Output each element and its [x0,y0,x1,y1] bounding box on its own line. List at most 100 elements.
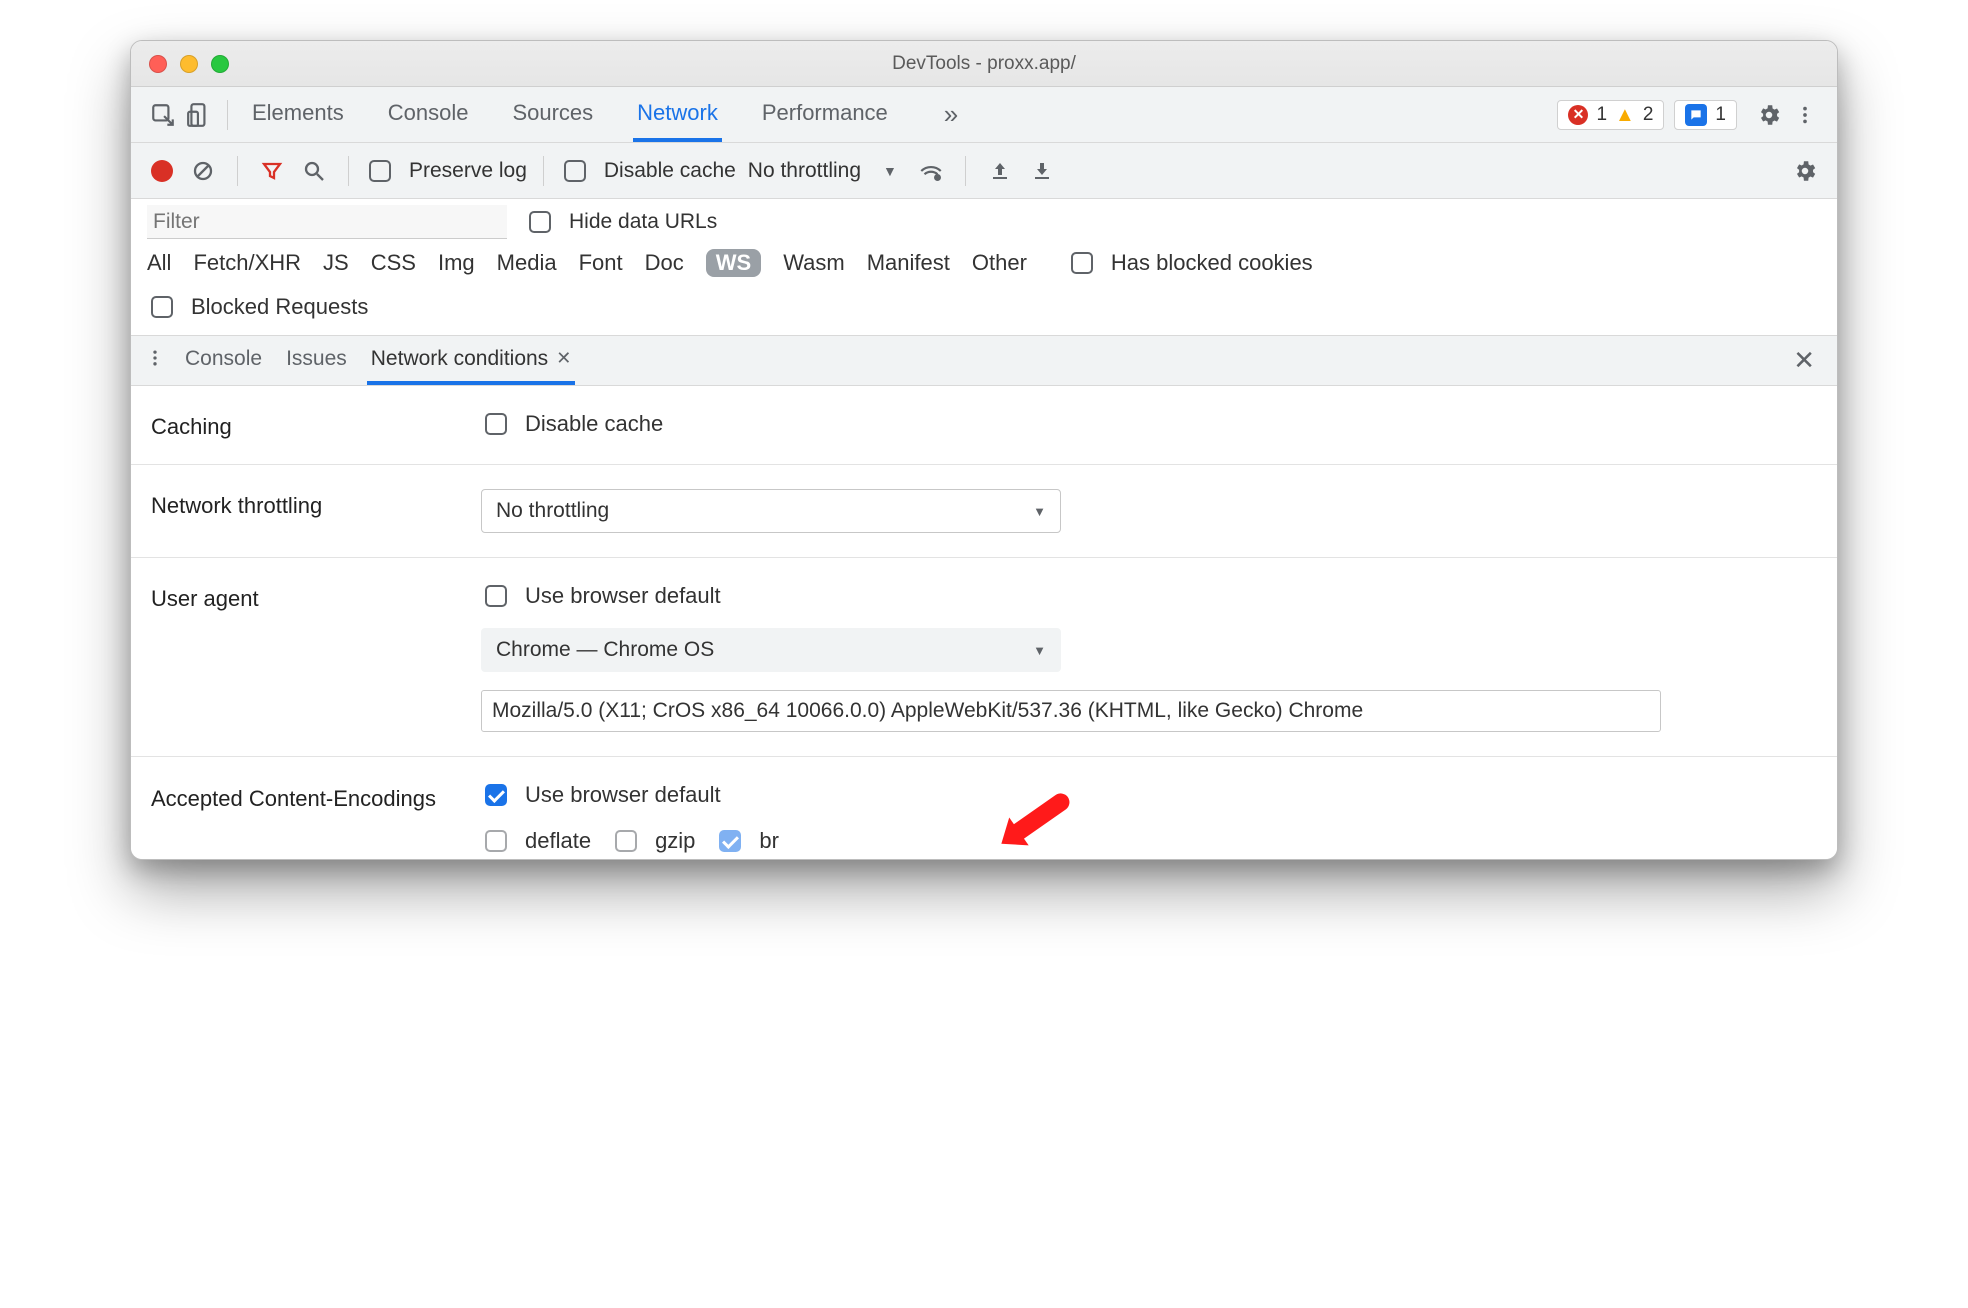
ua-preset-dropdown[interactable]: Chrome — Chrome OS ▼ [481,628,1061,672]
separator [227,100,228,130]
chip-css[interactable]: CSS [371,250,416,276]
preserve-log-label: Preserve log [409,159,527,183]
preserve-log-checkbox[interactable] [369,160,391,182]
warning-count: 2 [1643,104,1654,126]
throttling-dropdown-value: No throttling [496,499,609,523]
chip-doc[interactable]: Doc [645,250,684,276]
hide-data-urls-checkbox[interactable] [529,211,551,233]
minimize-window-icon[interactable] [180,55,198,73]
encodings-items: deflate gzip br [481,827,1817,855]
download-har-icon[interactable] [1024,153,1060,189]
blocked-requests-checkbox[interactable] [151,296,173,318]
chevron-down-icon: ▼ [1033,504,1046,519]
chevron-down-icon: ▼ [883,163,897,179]
disable-cache-label: Disable cache [604,159,736,183]
chip-fetch-xhr[interactable]: Fetch/XHR [193,250,301,276]
drawer-tabs: Console Issues Network conditions ✕ ✕ [131,336,1837,386]
chip-font[interactable]: Font [579,250,623,276]
close-drawer-icon[interactable]: ✕ [1785,345,1823,376]
close-window-icon[interactable] [149,55,167,73]
drawer-more-icon[interactable] [145,347,165,375]
issues-count: 1 [1715,104,1726,126]
encodings-label: Accepted Content-Encodings [151,781,481,814]
network-gear-icon[interactable] [1787,153,1823,189]
chip-media[interactable]: Media [497,250,557,276]
encoding-br-label: br [759,828,779,854]
separator [237,156,238,186]
encoding-deflate-checkbox[interactable] [485,830,507,852]
error-icon: ✕ [1568,105,1588,125]
encodings-use-default-checkbox[interactable] [485,784,507,806]
errors-badge[interactable]: ✕ 1 ▲ 2 [1557,100,1664,130]
zoom-window-icon[interactable] [211,55,229,73]
issues-badge[interactable]: 1 [1674,100,1737,130]
blocked-requests-row: Blocked Requests [131,287,1837,336]
tab-performance[interactable]: Performance [758,87,892,142]
disable-cache-toggle[interactable]: Disable cache [560,157,736,185]
hide-data-urls-toggle[interactable]: Hide data URLs [525,208,717,236]
filter-toggle-icon[interactable] [254,153,290,189]
disable-cache-checkbox[interactable] [564,160,586,182]
record-icon[interactable] [151,160,173,182]
inspect-icon[interactable] [145,97,181,133]
drawer-tab-issues[interactable]: Issues [282,336,351,385]
caching-disable-cache-toggle[interactable]: Disable cache [481,410,1817,438]
caching-disable-cache-checkbox[interactable] [485,413,507,435]
chip-img[interactable]: Img [438,250,475,276]
encoding-gzip-toggle[interactable]: gzip [611,827,695,855]
chip-js[interactable]: JS [323,250,349,276]
encoding-deflate-toggle[interactable]: deflate [481,827,591,855]
ua-use-default-toggle[interactable]: Use browser default [481,582,1817,610]
network-conditions-panel: Caching Disable cache Network throttling… [131,386,1837,859]
error-count: 1 [1596,104,1607,126]
chip-other[interactable]: Other [972,250,1027,276]
search-icon[interactable] [296,153,332,189]
encodings-use-default-label: Use browser default [525,782,721,808]
user-agent-row: User agent Use browser default Chrome — … [131,558,1837,757]
throttling-dropdown[interactable]: No throttling ▼ [481,489,1061,533]
caching-label: Caching [151,410,481,440]
hide-data-urls-label: Hide data URLs [569,210,717,234]
drawer-tab-network-conditions[interactable]: Network conditions ✕ [367,336,576,385]
tab-network[interactable]: Network [633,87,722,142]
chip-ws[interactable]: WS [706,249,761,277]
separator [543,156,544,186]
preserve-log-toggle[interactable]: Preserve log [365,157,527,185]
chip-wasm[interactable]: Wasm [783,250,845,276]
drawer-tab-console[interactable]: Console [181,336,266,385]
filter-input[interactable] [147,205,507,239]
more-tabs-icon[interactable]: » [944,99,958,130]
window-title: DevTools - proxx.app/ [892,53,1076,75]
main-tabs-row: Elements Console Sources Network Perform… [131,87,1837,143]
kebab-icon[interactable] [1787,97,1823,133]
window-controls [149,55,229,73]
upload-har-icon[interactable] [982,153,1018,189]
caching-disable-cache-label: Disable cache [525,411,663,437]
encodings-use-default-toggle[interactable]: Use browser default [481,781,1817,809]
chip-all[interactable]: All [147,250,171,276]
device-toggle-icon[interactable] [181,97,217,133]
separator [348,156,349,186]
encoding-br-toggle[interactable]: br [715,827,779,855]
encoding-gzip-checkbox[interactable] [615,830,637,852]
throttling-row: Network throttling No throttling ▼ [131,465,1837,558]
ua-preset-value: Chrome — Chrome OS [496,638,714,662]
clear-icon[interactable] [185,153,221,189]
has-blocked-cookies-toggle[interactable]: Has blocked cookies [1067,249,1313,277]
settings-icon[interactable] [1751,97,1787,133]
ua-use-default-label: Use browser default [525,583,721,609]
drawer-tab-label: Network conditions [371,347,548,371]
throttling-select[interactable]: No throttling ▼ [748,159,897,183]
tab-elements[interactable]: Elements [248,87,348,142]
throttling-label: Network throttling [151,489,481,519]
ua-use-default-checkbox[interactable] [485,585,507,607]
close-tab-icon[interactable]: ✕ [556,348,571,369]
tab-console[interactable]: Console [384,87,473,142]
ua-string-input[interactable] [481,690,1661,732]
has-blocked-cookies-checkbox[interactable] [1071,252,1093,274]
encoding-deflate-label: deflate [525,828,591,854]
network-settings-icon[interactable] [913,153,949,189]
encoding-br-checkbox[interactable] [719,830,741,852]
tab-sources[interactable]: Sources [508,87,597,142]
chip-manifest[interactable]: Manifest [867,250,950,276]
